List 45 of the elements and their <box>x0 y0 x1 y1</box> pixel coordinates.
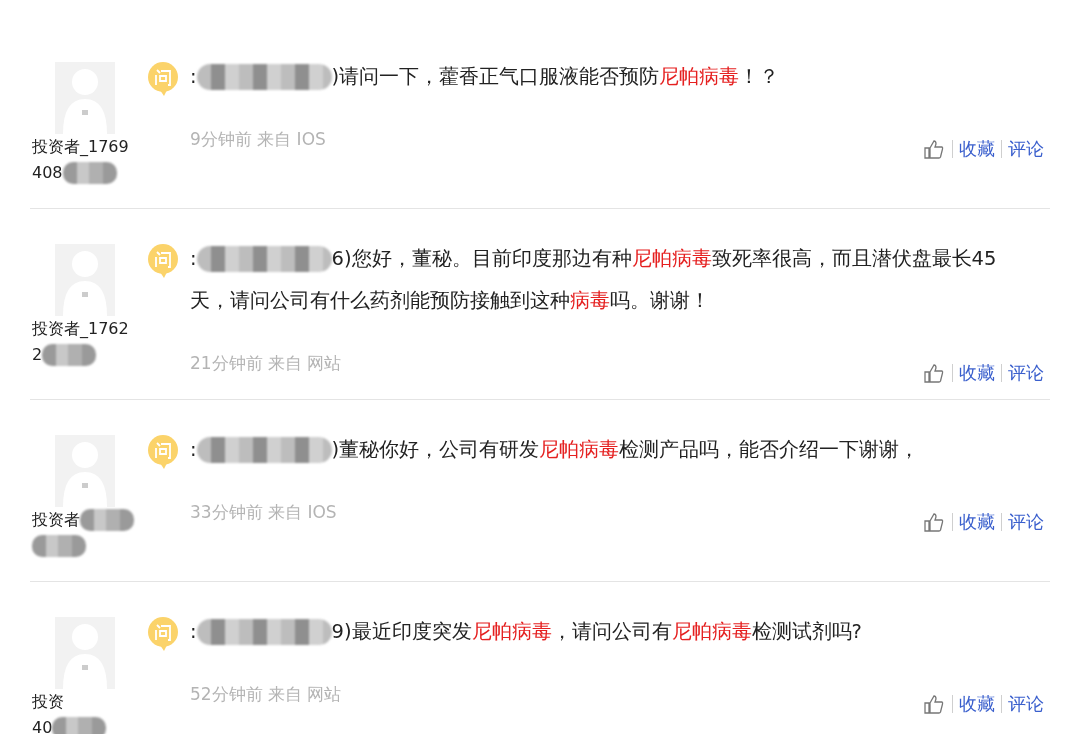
question-prefix: : <box>190 437 197 463</box>
thumbs-up-icon[interactable] <box>924 139 944 159</box>
post-meta: 33分钟前 来自 IOS <box>190 501 337 524</box>
question-text: )请问一下，藿香正气口服液能否预防尼帕病毒！？ <box>331 64 780 90</box>
avatar <box>55 244 115 316</box>
question-prefix: : <box>190 64 197 90</box>
action-link[interactable]: 评论 <box>1001 140 1050 158</box>
avatar <box>55 435 115 507</box>
question-icon <box>148 435 178 469</box>
avatar <box>55 62 115 134</box>
question-prefix: : <box>190 619 197 645</box>
username[interactable]: 投资者_1762 <box>32 316 129 342</box>
question-text: 6)您好，董秘。目前印度那边有种尼帕病毒致死率很高，而且潜伏盘最长45 <box>331 246 997 272</box>
username[interactable]: 40 <box>32 715 53 734</box>
username[interactable]: 408 <box>32 160 63 186</box>
username[interactable]: 2 <box>32 342 43 368</box>
action-link[interactable]: 收藏 <box>952 695 1001 713</box>
username[interactable]: 投资者 <box>32 507 80 533</box>
username[interactable]: 投资者_1769 <box>32 134 129 160</box>
redaction-blur <box>52 717 107 734</box>
question-text: )董秘你好，公司有研发尼帕病毒检测产品吗，能否介绍一下谢谢， <box>331 437 920 463</box>
username[interactable]: 投资 <box>32 689 64 715</box>
question-icon <box>148 244 178 278</box>
action-link[interactable]: 收藏 <box>952 140 1001 158</box>
action-link[interactable]: 收藏 <box>952 364 1001 382</box>
question-text: 9)最近印度突发尼帕病毒，请问公司有尼帕病毒检测试剂吗? <box>331 619 862 645</box>
post-meta: 52分钟前 来自 网站 <box>190 683 342 706</box>
thumbs-up-icon[interactable] <box>924 363 944 383</box>
post-meta: 21分钟前 来自 网站 <box>190 352 342 375</box>
action-link[interactable]: 评论 <box>1001 364 1050 382</box>
question-text: 天，请问公司有什么药剂能预防接触到这种病毒吗。谢谢！ <box>190 288 710 314</box>
question-icon <box>148 62 178 96</box>
avatar <box>55 617 115 689</box>
thumbs-up-icon[interactable] <box>924 512 944 532</box>
redaction-blur <box>62 162 117 184</box>
redaction-blur <box>32 535 86 557</box>
redaction-blur <box>42 344 97 366</box>
thumbs-up-icon[interactable] <box>924 694 944 714</box>
redaction-blur <box>80 509 134 531</box>
question-icon <box>148 617 178 651</box>
question-prefix: : <box>190 246 197 272</box>
post-meta: 9分钟前 来自 IOS <box>190 128 326 151</box>
action-link[interactable]: 收藏 <box>952 513 1001 531</box>
action-link[interactable]: 评论 <box>1001 513 1050 531</box>
action-link[interactable]: 评论 <box>1001 695 1050 713</box>
